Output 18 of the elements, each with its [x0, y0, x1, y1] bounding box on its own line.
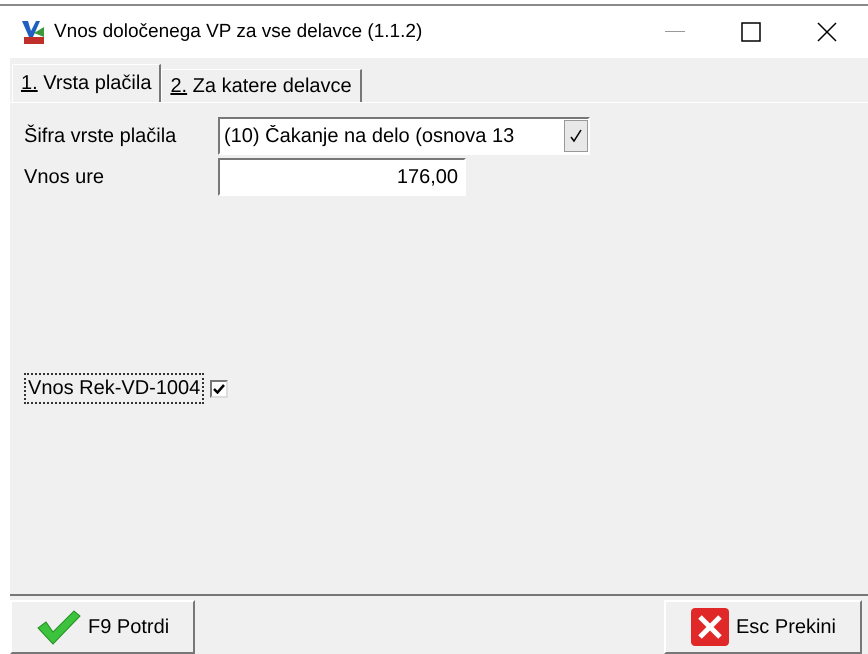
- confirm-button[interactable]: F9 Potrdi: [10, 600, 196, 654]
- maximize-icon: [741, 22, 761, 42]
- tab[interactable]: 1. Vrsta plačila: [12, 64, 162, 102]
- close-icon: [817, 22, 837, 42]
- minimize-icon: [665, 31, 685, 33]
- check-icon: [570, 129, 582, 143]
- window-title: Vnos določenega VP za vse delavce (1.1.2): [54, 21, 424, 43]
- cancel-button[interactable]: Esc Prekini: [664, 600, 862, 654]
- close-icon: [690, 607, 730, 647]
- check-icon: [36, 608, 82, 646]
- field-label: Šifra vrste plačila: [24, 124, 178, 148]
- checkbox[interactable]: [210, 380, 228, 398]
- field-label: Vnos ure: [24, 166, 106, 188]
- app-logo-icon: [20, 19, 46, 45]
- hours-field[interactable]: 176,00: [218, 158, 466, 196]
- tab[interactable]: 2. Za katere delavce: [161, 69, 362, 102]
- checkbox-label[interactable]: Vnos Rek-VD-1004: [24, 373, 204, 404]
- dropdown-button[interactable]: [564, 120, 588, 152]
